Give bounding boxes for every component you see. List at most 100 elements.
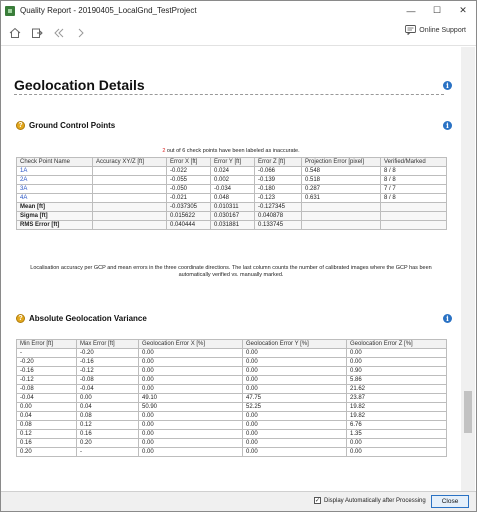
gcp-column-header: Error X [ft] — [166, 157, 211, 167]
absolute-variance-title: Absolute Geolocation Variance — [29, 314, 147, 323]
toolbar: Online Support — [1, 20, 476, 46]
gcp-column-header: Check Point Name — [16, 157, 93, 167]
absolute-cell: -0.12 — [76, 366, 139, 376]
gcp-cell: -0.034 — [210, 184, 255, 194]
gcp-column-header: Verified/Marked — [380, 157, 447, 167]
gcp-stat-cell: 0.015622 — [166, 211, 211, 221]
gcp-cell: -0.055 — [166, 175, 211, 185]
gcp-caption: Localisation accuracy per GCP and mean e… — [30, 265, 432, 278]
absolute-column-header: Geolocation Error X [%] — [138, 339, 243, 349]
gcp-stat-cell — [380, 211, 447, 221]
gcp-header-row: Check Point Name Accuracy XY/Z [ft] Error … — [16, 157, 447, 167]
absolute-cell: -0.20 — [76, 348, 139, 358]
gcp-stat-cell — [92, 202, 167, 212]
inaccurate-note-text: out of 6 check points have been labeled … — [165, 148, 300, 154]
absolute-column-header: Max Error [ft] — [76, 339, 139, 349]
absolute-cell: 0.00 — [346, 357, 447, 367]
absolute-cell: 0.00 — [138, 420, 243, 430]
scrollbar-thumb[interactable] — [464, 391, 472, 433]
display-auto-checkbox[interactable]: ✓ — [314, 497, 321, 504]
gcp-stat-cell — [301, 220, 381, 230]
gcp-stat-cell: 0.031881 — [210, 220, 255, 230]
absolute-cell: 0.00 — [242, 438, 347, 448]
gcp-stat-cell — [380, 202, 447, 212]
close-window-button[interactable]: ✕ — [450, 1, 476, 20]
absolute-cell: 5.86 — [346, 375, 447, 385]
gcp-stat-row: Mean [ft] -0.037305 0.010311 -0.127345 — [16, 202, 447, 212]
gcp-cell: -0.123 — [254, 193, 302, 203]
home-button[interactable] — [7, 25, 23, 41]
absolute-cell: 0.00 — [242, 366, 347, 376]
gcp-cell — [92, 166, 167, 176]
gcp-cell: 8 / 8 — [380, 166, 447, 176]
minimize-button[interactable]: — — [398, 1, 424, 20]
info-icon[interactable]: i — [443, 81, 452, 90]
chat-bubble-icon — [405, 25, 417, 35]
maximize-button[interactable]: ☐ — [424, 1, 450, 20]
export-icon — [32, 28, 43, 38]
inaccurate-note: 2 out of 6 check points have been labele… — [16, 148, 446, 154]
gcp-column-header: Projection Error [pixel] — [301, 157, 381, 167]
absolute-cell: 0.00 — [138, 411, 243, 421]
absolute-cell: 0.00 — [138, 375, 243, 385]
absolute-cell: 0.16 — [76, 429, 139, 439]
gcp-point-link[interactable]: 4A — [16, 193, 93, 203]
absolute-cell: 50.90 — [138, 402, 243, 412]
absolute-cell: 52.25 — [242, 402, 347, 412]
absolute-header-row: Min Error [ft] Max Error [ft] Geolocation … — [16, 339, 447, 349]
gcp-stat-cell: 0.133745 — [254, 220, 302, 230]
gcp-stat-cell: 0.040444 — [166, 220, 211, 230]
gcp-point-link[interactable]: 3A — [16, 184, 93, 194]
absolute-cell: -0.04 — [76, 384, 139, 394]
gcp-cell: 0.518 — [301, 175, 381, 185]
absolute-cell: 0.00 — [242, 375, 347, 385]
close-button[interactable]: Close — [431, 495, 469, 508]
display-auto-label: Display Automatically after Processing — [324, 497, 426, 504]
gcp-cell — [92, 193, 167, 203]
gcp-cell: 0.548 — [301, 166, 381, 176]
gcp-cell: 0.024 — [210, 166, 255, 176]
gcp-cell: 0.631 — [301, 193, 381, 203]
absolute-cell: 0.00 — [76, 393, 139, 403]
absolute-cell: 0.90 — [346, 366, 447, 376]
absolute-cell: 0.00 — [138, 429, 243, 439]
absolute-cell: 0.00 — [242, 420, 347, 430]
vertical-scrollbar[interactable] — [461, 47, 475, 491]
gcp-info-icon[interactable]: i — [443, 121, 452, 130]
checkmark-icon: ✓ — [314, 497, 321, 504]
gcp-cell: -0.021 — [166, 193, 211, 203]
gcp-row: 3A -0.050 -0.034 -0.180 0.287 7 / 7 — [16, 184, 447, 194]
back-button[interactable] — [51, 25, 67, 41]
gcp-stat-row: Sigma [ft] 0.015622 0.030167 0.040878 — [16, 211, 447, 221]
forward-button[interactable] — [73, 25, 89, 41]
absolute-column-header: Geolocation Error Z [%] — [346, 339, 447, 349]
absolute-cell: 0.00 — [346, 438, 447, 448]
gcp-stat-label: Sigma [ft] — [16, 211, 93, 221]
gcp-stat-cell: 0.030167 — [210, 211, 255, 221]
absolute-row: 0.00 0.04 50.90 52.25 19.82 — [16, 402, 447, 412]
absolute-cell: 23.87 — [346, 393, 447, 403]
online-support-link[interactable]: Online Support — [405, 25, 466, 35]
absolute-cell: 0.00 — [242, 411, 347, 421]
absolute-column-header: Geolocation Error Y [%] — [242, 339, 347, 349]
absolute-row: 0.08 0.12 0.00 0.00 6.76 — [16, 420, 447, 430]
gcp-point-link[interactable]: 1A — [16, 166, 93, 176]
gcp-stat-cell: 0.010311 — [210, 202, 255, 212]
double-chevron-left-icon — [54, 28, 64, 37]
help-icon[interactable]: ? — [16, 121, 25, 130]
export-button[interactable] — [29, 25, 45, 41]
window-controls: — ☐ ✕ — [398, 1, 476, 20]
gcp-cell: -0.180 — [254, 184, 302, 194]
display-auto-option[interactable]: ✓ Display Automatically after Processing — [314, 497, 426, 504]
absolute-variance-table: Min Error [ft] Max Error [ft] Geolocation … — [16, 339, 447, 457]
gcp-column-header: Error Z [ft] — [254, 157, 302, 167]
gcp-column-header: Error Y [ft] — [210, 157, 255, 167]
absolute-row: -0.04 0.00 49.10 47.75 23.87 — [16, 393, 447, 403]
gcp-point-link[interactable]: 2A — [16, 175, 93, 185]
window-title: Quality Report - 20190405_LocalGnd_TestP… — [20, 6, 197, 15]
absolute-cell: -0.16 — [16, 366, 77, 376]
absolute-cell: 0.00 — [138, 447, 243, 457]
help-icon[interactable]: ? — [16, 314, 25, 323]
absolute-info-icon[interactable]: i — [443, 314, 452, 323]
chevron-right-icon — [78, 28, 84, 37]
